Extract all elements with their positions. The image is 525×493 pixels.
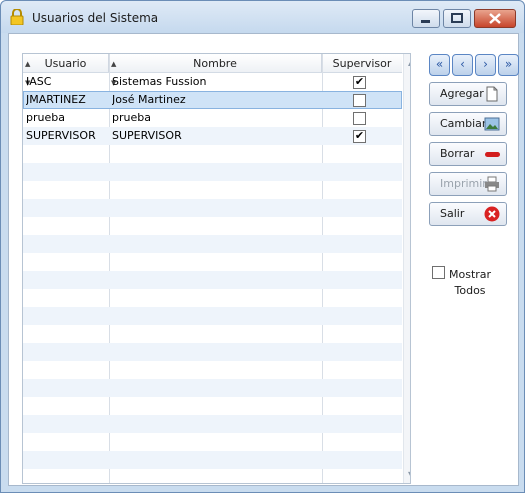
window-title: Usuarios del Sistema: [32, 11, 159, 25]
remove-icon: [485, 152, 500, 157]
grid-body: IASC Sistemas Fussion ✔ JMARTINEZ José Marti…: [23, 73, 402, 469]
table-row[interactable]: IASC Sistemas Fussion ✔: [23, 73, 402, 91]
supervisor-checkbox[interactable]: ✔: [353, 76, 366, 89]
column-header-usuario[interactable]: ▲ ▼ Usuario: [23, 54, 109, 87]
maximize-button[interactable]: [443, 9, 471, 28]
supervisor-checkbox[interactable]: [353, 94, 366, 107]
cambiar-label: Cambiar: [440, 117, 487, 130]
borrar-button[interactable]: Borrar: [429, 142, 507, 166]
table-row: [23, 217, 402, 235]
first-record-button[interactable]: «: [429, 54, 450, 76]
table-row: [23, 235, 402, 253]
nombre-cell: prueba: [112, 111, 151, 124]
grid-header: ▲ ▼ Usuario ▲ ▼ Nombre Supervisor: [23, 54, 402, 87]
mostrar-todos-label[interactable]: Mostrar Todos: [449, 267, 491, 299]
mostrar-todos-checkbox[interactable]: [432, 266, 445, 279]
minimize-button[interactable]: [412, 9, 440, 28]
table-row: [23, 343, 402, 361]
title-bar[interactable]: Usuarios del Sistema: [1, 1, 524, 33]
table-row: [23, 199, 402, 217]
picture-icon: [484, 117, 500, 131]
scroll-down-icon[interactable]: ▼: [408, 470, 410, 479]
column-header-supervisor[interactable]: Supervisor: [322, 54, 402, 72]
table-row: [23, 379, 402, 397]
cambiar-button[interactable]: Cambiar: [429, 112, 507, 136]
table-row: [23, 451, 402, 469]
close-icon: [489, 13, 501, 24]
client-area: ▲ ▼ Usuario ▲ ▼ Nombre Supervisor IASC Sist…: [8, 33, 519, 486]
table-row[interactable]: JMARTINEZ José Martinez: [23, 91, 402, 109]
supervisor-checkbox[interactable]: [353, 112, 366, 125]
nombre-cell: Sistemas Fussion: [112, 75, 207, 88]
supervisor-cell: [353, 109, 367, 127]
usuario-cell: SUPERVISOR: [26, 129, 96, 142]
record-navigator: « ‹ › »: [429, 54, 521, 76]
usuario-cell: prueba: [26, 111, 65, 124]
table-row[interactable]: prueba prueba: [23, 109, 402, 127]
salir-button[interactable]: Salir: [429, 202, 507, 226]
table-row[interactable]: SUPERVISOR SUPERVISOR ✔: [23, 127, 402, 145]
maximize-icon: [451, 13, 463, 23]
imprimir-label: Imprimir: [440, 177, 487, 190]
table-row: [23, 289, 402, 307]
scroll-up-icon[interactable]: ▲: [408, 58, 410, 67]
previous-record-button[interactable]: ‹: [452, 54, 473, 76]
next-record-button[interactable]: ›: [475, 54, 496, 76]
table-row: [23, 163, 402, 181]
table-row: [23, 433, 402, 451]
usuario-cell: IASC: [26, 75, 52, 88]
supervisor-checkbox[interactable]: ✔: [353, 130, 366, 143]
window: Usuarios del Sistema ▲ ▼ Usuario ▲ ▼ Nom…: [0, 0, 525, 493]
table-row: [23, 253, 402, 271]
close-circle-icon: [484, 206, 500, 222]
table-row: [23, 325, 402, 343]
minimize-icon: [421, 20, 430, 23]
close-window-button[interactable]: [474, 9, 516, 28]
lock-icon: [10, 9, 24, 25]
nombre-cell: SUPERVISOR: [112, 129, 182, 142]
table-row: [23, 271, 402, 289]
agregar-button[interactable]: Agregar: [429, 82, 507, 106]
table-row: [23, 181, 402, 199]
new-document-icon: [486, 86, 498, 102]
salir-label: Salir: [440, 207, 465, 220]
printer-icon: [485, 176, 499, 192]
last-record-button[interactable]: »: [498, 54, 519, 76]
supervisor-cell: [353, 91, 367, 109]
table-row: [23, 415, 402, 433]
grid-scrollbar[interactable]: ▲ ▼: [403, 54, 410, 483]
table-row: [23, 361, 402, 379]
table-row: [23, 145, 402, 163]
imprimir-button[interactable]: Imprimir: [429, 172, 507, 196]
column-header-nombre[interactable]: ▲ ▼ Nombre: [109, 54, 322, 87]
users-grid[interactable]: ▲ ▼ Usuario ▲ ▼ Nombre Supervisor IASC Sist…: [22, 53, 411, 484]
supervisor-cell: ✔: [353, 73, 367, 91]
table-row: [23, 307, 402, 325]
borrar-label: Borrar: [440, 147, 475, 160]
agregar-label: Agregar: [440, 87, 484, 100]
usuario-cell: JMARTINEZ: [26, 93, 86, 106]
table-row: [23, 397, 402, 415]
nombre-cell: José Martinez: [112, 93, 186, 106]
supervisor-cell: ✔: [353, 127, 367, 145]
